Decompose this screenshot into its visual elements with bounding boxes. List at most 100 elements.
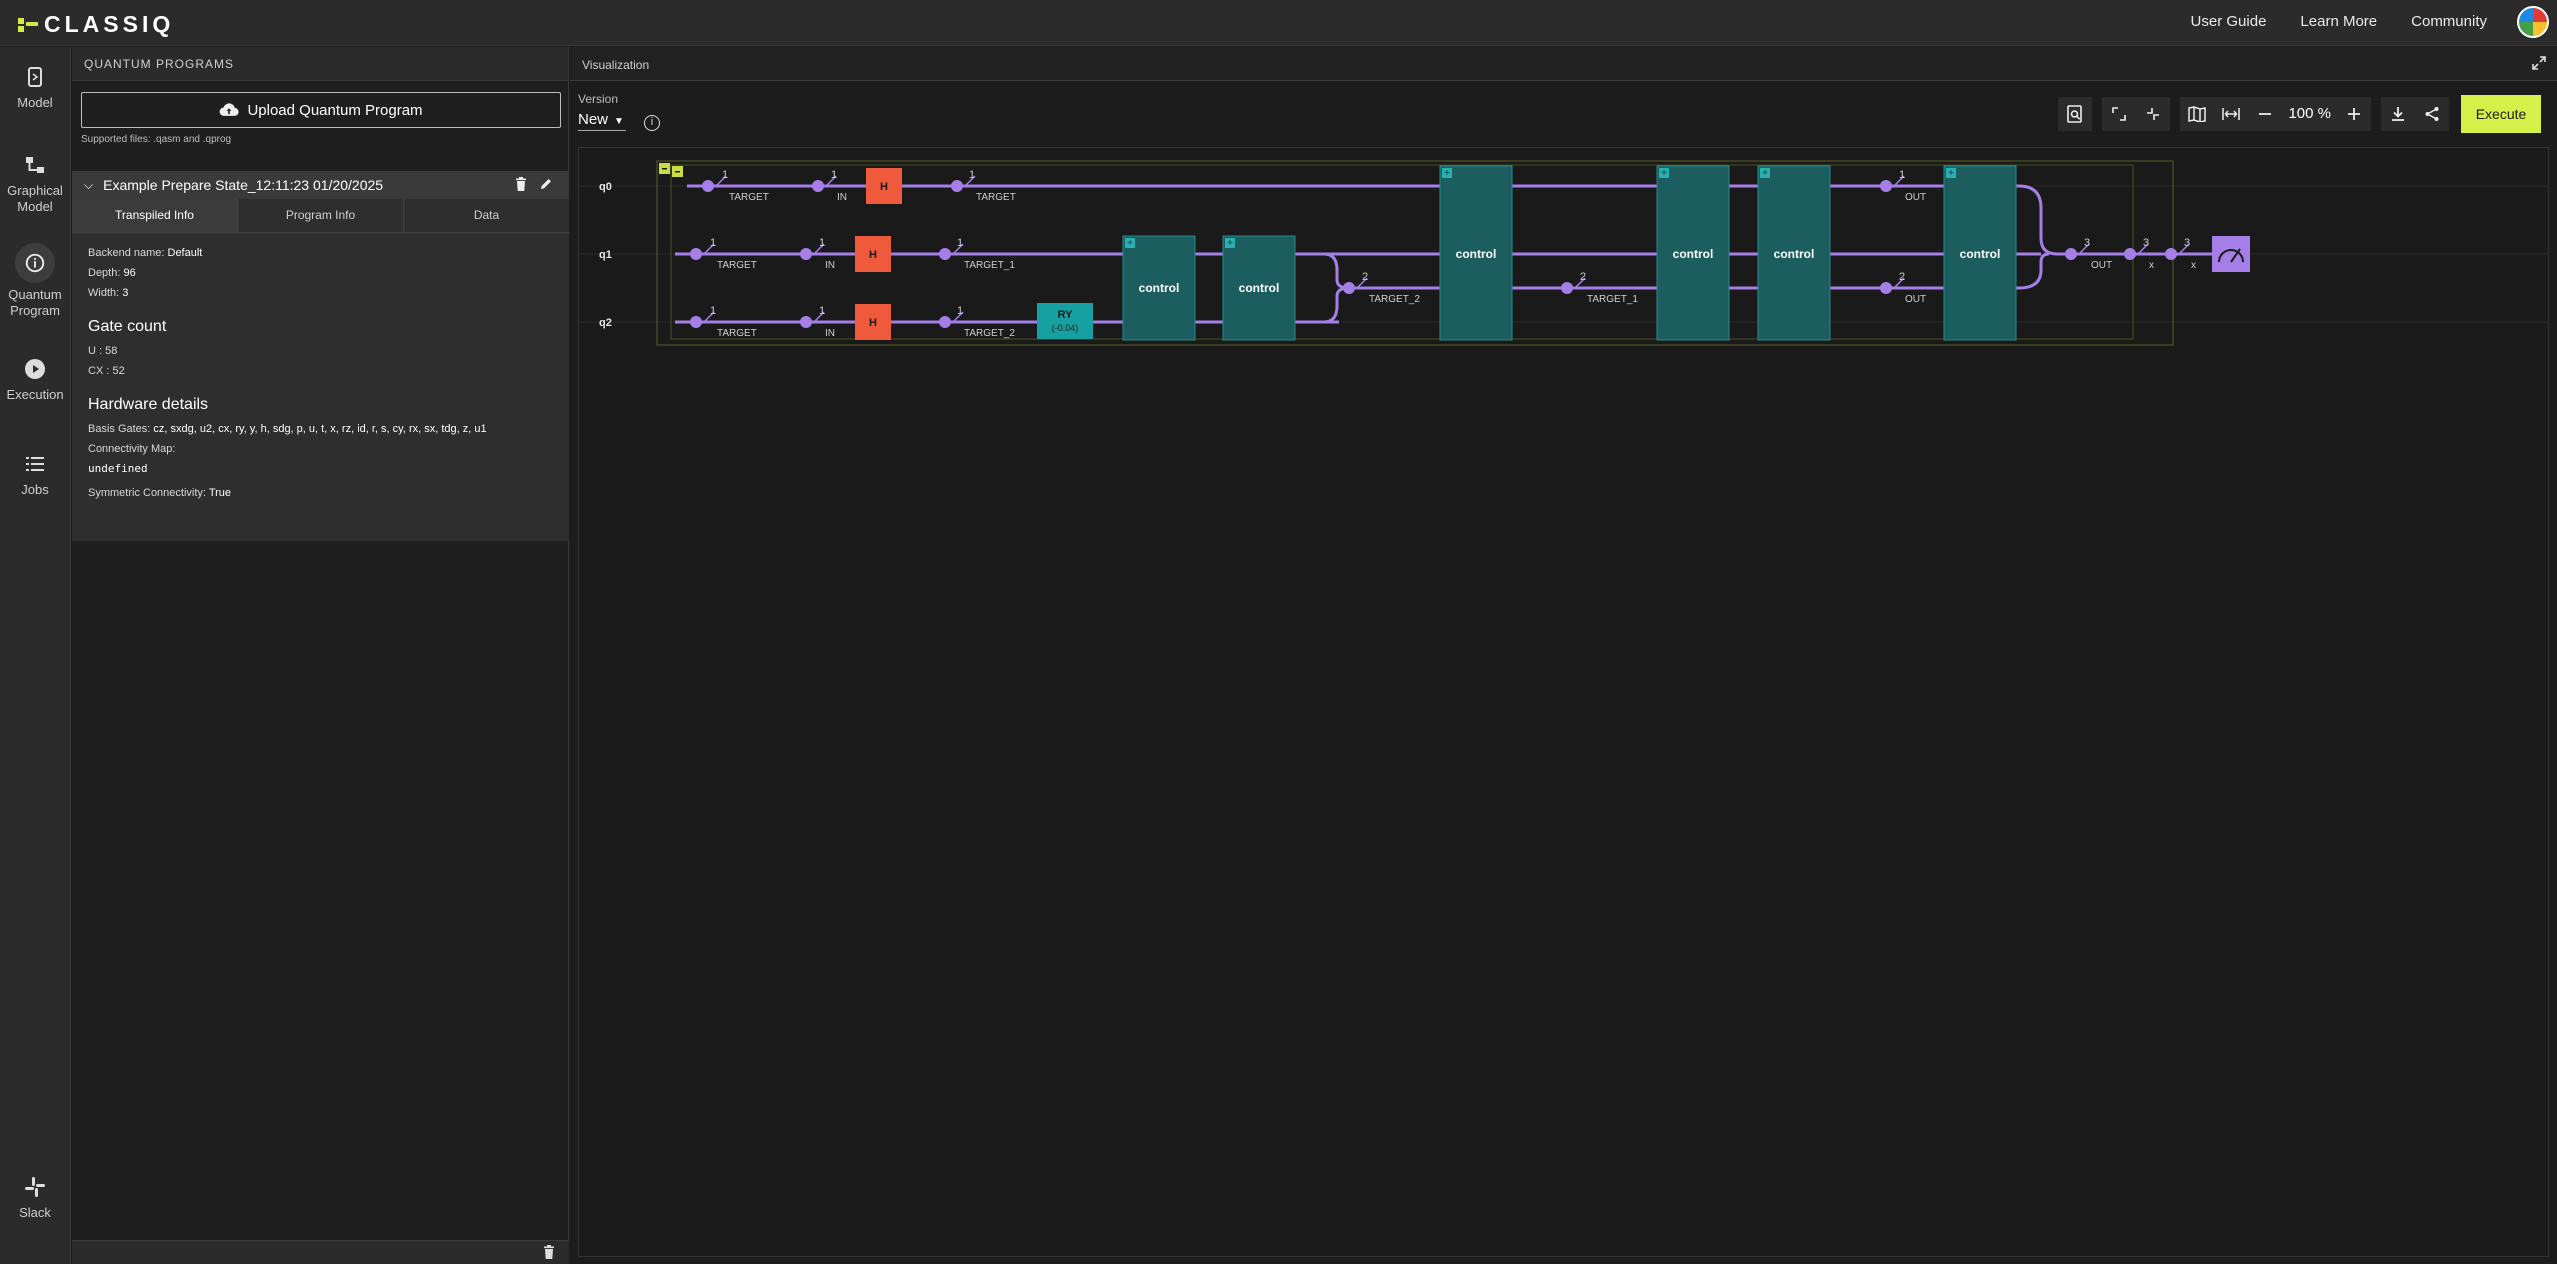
wire-width-label: 2 (1899, 271, 1905, 283)
chevron-down-icon[interactable]: ⌵ (84, 178, 93, 193)
wire-node[interactable] (1880, 282, 1892, 294)
plus-icon: + (1762, 168, 1768, 179)
wire-node[interactable] (2124, 248, 2136, 260)
wire-width-label: 1 (957, 305, 963, 317)
nav-label-model: Model (17, 95, 53, 110)
wire-node[interactable] (939, 316, 951, 328)
depth-value: 96 (123, 267, 136, 279)
wire-width-label: 3 (2084, 237, 2090, 249)
left-nav: Model Graphical Model Quantum Program Ex… (0, 47, 71, 1264)
minimap-button[interactable] (2180, 97, 2215, 131)
quantum-programs-panel: QUANTUM PROGRAMS Upload Quantum Program … (72, 47, 569, 1264)
nav-item-execution[interactable]: Execution (0, 357, 70, 403)
control-label: control (1139, 281, 1180, 295)
port-label-target-1: TARGET_1 (964, 260, 1015, 271)
trash-icon[interactable] (543, 1245, 555, 1259)
nav-item-model[interactable]: Model (0, 65, 70, 111)
learn-more-link[interactable]: Learn More (2300, 13, 2377, 30)
connectivity-map-value: undefined (88, 462, 148, 475)
supported-files-note: Supported files: .qasm and .qprog (81, 134, 232, 145)
minus-icon (675, 171, 680, 173)
zoom-out-button[interactable] (2248, 97, 2283, 131)
edit-program-icon[interactable] (539, 177, 553, 191)
nav-item-graphical-model[interactable]: Graphical Model (0, 153, 70, 215)
wire-width-label: 1 (819, 237, 825, 249)
wire-node[interactable] (939, 248, 951, 260)
execute-button[interactable]: Execute (2461, 95, 2541, 133)
qubit-label-q1: q1 (599, 249, 612, 261)
zoom-to-fit-button[interactable] (2058, 97, 2093, 131)
upload-quantum-program-button[interactable]: Upload Quantum Program (81, 92, 561, 128)
port-label-x: x (2191, 260, 2196, 271)
wire-node[interactable] (1561, 282, 1573, 294)
port-label-target: TARGET (717, 260, 757, 271)
qubit-label-q0: q0 (599, 181, 612, 193)
nav-label-jobs: Jobs (21, 482, 49, 497)
basis-gates-value: cz, sxdg, u2, cx, ry, y, h, sdg, p, u, t… (153, 423, 487, 435)
zoom-value: 100 (2288, 105, 2314, 122)
graphical-model-icon (26, 157, 44, 173)
wire-node[interactable] (800, 316, 812, 328)
visualization-header: Visualization (570, 47, 2557, 81)
wire-node[interactable] (800, 248, 812, 260)
list-icon (26, 457, 44, 471)
wire-node[interactable] (690, 316, 702, 328)
user-guide-link[interactable]: User Guide (2191, 13, 2267, 30)
wire-node[interactable] (690, 248, 702, 260)
wire-node[interactable] (702, 180, 714, 192)
download-button[interactable] (2381, 97, 2415, 131)
wire-node[interactable] (812, 180, 824, 192)
symmetric-label: Symmetric Connectivity: (88, 487, 209, 499)
wire-node[interactable] (1343, 282, 1355, 294)
minus-icon (2259, 113, 2272, 115)
tab-program-info[interactable]: Program Info (238, 199, 404, 232)
nav-label-slack: Slack (19, 1205, 51, 1220)
wire-node[interactable] (2065, 248, 2077, 260)
tab-data[interactable]: Data (404, 199, 569, 232)
download-icon (2392, 107, 2404, 121)
tab-transpiled-info[interactable]: Transpiled Info (72, 199, 238, 232)
version-select[interactable]: New ▼ (578, 111, 626, 131)
fullscreen-icon[interactable] (2531, 55, 2547, 71)
measurement-gate[interactable] (2212, 236, 2250, 272)
backend-value: Default (167, 247, 203, 259)
wire-width-label: 3 (2143, 237, 2149, 249)
user-avatar[interactable] (2517, 6, 2549, 38)
nav-item-quantum-program[interactable]: Quantum Program (0, 243, 70, 319)
circuit-diagram[interactable]: q0 q1 q2 1 TARGET 1 IN H 1 TARGET 1 OUT … (579, 148, 2550, 1258)
expand-all-button[interactable] (2102, 97, 2137, 131)
nav-item-jobs[interactable]: Jobs (0, 452, 70, 498)
circuit-canvas[interactable]: q0 q1 q2 1 TARGET 1 IN H 1 TARGET 1 OUT … (578, 147, 2550, 1258)
delete-program-icon[interactable] (515, 177, 527, 191)
share-button[interactable] (2415, 97, 2449, 131)
version-info-icon[interactable]: i (644, 115, 660, 131)
collapse-icon (2147, 108, 2160, 120)
plus-icon: + (1227, 238, 1233, 249)
panel-title: QUANTUM PROGRAMS (72, 47, 568, 81)
control-label: control (1960, 247, 2001, 261)
top-bar: CLASSIQ User Guide Learn More Community (0, 0, 2557, 46)
nav-item-slack[interactable]: Slack (0, 1175, 70, 1221)
zoom-unit: % (2317, 105, 2331, 122)
port-label-target-2: TARGET_2 (1369, 294, 1420, 305)
wire-width-label: 3 (2184, 237, 2190, 249)
zoom-in-button[interactable] (2337, 97, 2371, 131)
width-label: Width: (88, 287, 123, 299)
wire-node[interactable] (2165, 248, 2177, 260)
classiq-logo[interactable]: CLASSIQ (18, 11, 174, 38)
port-label-out: OUT (1905, 294, 1926, 305)
cloud-upload-icon (220, 103, 240, 116)
wire-node[interactable] (951, 180, 963, 192)
version-label: Version (578, 92, 619, 106)
h-gate-label: H (880, 181, 888, 193)
connectivity-map-label: Connectivity Map: (88, 443, 176, 455)
program-header[interactable]: ⌵ Example Prepare State_12:11:23 01/20/2… (72, 171, 569, 199)
nav-label-graphical-model: Model (17, 199, 53, 214)
collapse-all-button[interactable] (2136, 97, 2171, 131)
wire-width-label: 1 (710, 305, 716, 317)
plus-icon (2348, 108, 2360, 120)
caret-down-icon: ▼ (614, 116, 624, 127)
community-link[interactable]: Community (2411, 13, 2487, 30)
fit-width-button[interactable] (2214, 97, 2249, 131)
wire-node[interactable] (1880, 180, 1892, 192)
